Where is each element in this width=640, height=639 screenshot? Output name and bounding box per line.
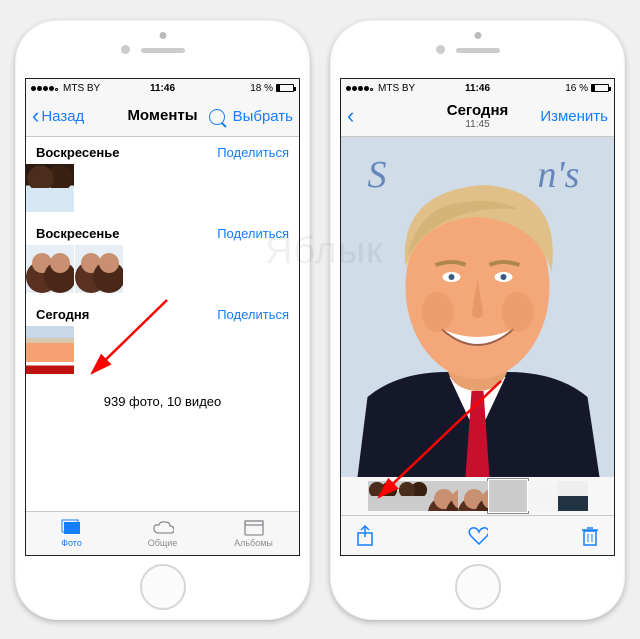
moment-section: Воскресенье Поделиться: [26, 137, 299, 218]
section-title: Воскресенье: [36, 145, 119, 160]
filmstrip-thumb-selected[interactable]: [488, 479, 528, 513]
carrier-label: MTS BY: [63, 83, 100, 94]
section-title: Сегодня: [36, 307, 89, 322]
battery-percent: 16 %: [565, 83, 588, 94]
carrier-label: MTS BY: [378, 83, 415, 94]
phone-prox-sensor: [121, 45, 130, 54]
share-icon[interactable]: [355, 526, 375, 546]
photo-viewer[interactable]: S n's: [341, 137, 614, 477]
filmstrip-thumb[interactable]: [528, 481, 558, 511]
phone-camera: [474, 32, 481, 39]
screen-moments: MTS BY 11:46 18 % ‹ Назад Моменты Выбрат…: [25, 78, 300, 556]
photo-thumb[interactable]: [75, 245, 123, 293]
cloud-icon: [152, 519, 174, 537]
phone-camera: [159, 32, 166, 39]
photo-main: S n's: [341, 137, 614, 477]
photo-thumb[interactable]: [26, 164, 74, 212]
nav-title: Моменты: [127, 108, 197, 125]
phone-right: MTS BY 11:46 16 % ‹ Сегодня 11:45 Измени…: [330, 20, 625, 620]
select-button[interactable]: Выбрать: [233, 108, 293, 125]
edit-button[interactable]: Изменить: [540, 108, 608, 125]
tab-bar: Фото Общие Альбомы: [26, 511, 299, 555]
filmstrip-thumb[interactable]: [428, 481, 458, 511]
moment-section: Воскресенье Поделиться: [26, 218, 299, 299]
nav-bar: ‹ Назад Моменты Выбрать: [26, 97, 299, 137]
battery-icon: [276, 84, 294, 92]
albums-icon: [243, 519, 265, 537]
photo-thumb[interactable]: [26, 245, 74, 293]
tab-label: Общие: [148, 538, 178, 548]
status-bar: MTS BY 11:46 18 %: [26, 79, 299, 97]
tab-label: Фото: [61, 538, 82, 548]
status-time: 11:46: [150, 83, 175, 94]
phone-prox-sensor: [436, 45, 445, 54]
share-link[interactable]: Поделиться: [217, 226, 289, 241]
status-bar: MTS BY 11:46 16 %: [341, 79, 614, 97]
filmstrip-thumb[interactable]: [558, 481, 588, 511]
svg-text:n's: n's: [538, 154, 580, 196]
tab-albums[interactable]: Альбомы: [208, 512, 299, 555]
home-button[interactable]: [455, 564, 501, 610]
nav-subtitle: 11:45: [447, 119, 509, 130]
nav-title: Сегодня 11:45: [447, 103, 509, 131]
photos-stack-icon: [61, 519, 83, 537]
filmstrip[interactable]: [341, 477, 614, 515]
search-icon[interactable]: [209, 109, 225, 125]
photo-toolbar: [341, 515, 614, 555]
phone-speaker: [141, 48, 185, 53]
filmstrip-thumb[interactable]: [368, 481, 398, 511]
nav-bar: ‹ Сегодня 11:45 Изменить: [341, 97, 614, 137]
heart-icon[interactable]: [468, 526, 488, 546]
back-label: Назад: [41, 108, 84, 125]
battery-percent: 18 %: [250, 83, 273, 94]
phone-speaker: [456, 48, 500, 53]
tab-label: Альбомы: [234, 538, 273, 548]
section-title: Воскресенье: [36, 226, 119, 241]
moment-section: Сегодня Поделиться: [26, 299, 299, 380]
share-link[interactable]: Поделиться: [217, 145, 289, 160]
photo-count: 939 фото, 10 видео: [26, 380, 299, 423]
home-button[interactable]: [140, 564, 186, 610]
trash-icon[interactable]: [580, 526, 600, 546]
back-button[interactable]: ‹ Назад: [32, 108, 84, 125]
filmstrip-thumb[interactable]: [458, 481, 488, 511]
battery-icon: [591, 84, 609, 92]
photo-thumb[interactable]: [26, 326, 74, 374]
moments-content[interactable]: Воскресенье Поделиться Воскресенье Подел…: [26, 137, 299, 511]
svg-text:S: S: [368, 154, 387, 196]
tab-shared[interactable]: Общие: [117, 512, 208, 555]
phone-left: MTS BY 11:46 18 % ‹ Назад Моменты Выбрат…: [15, 20, 310, 620]
share-link[interactable]: Поделиться: [217, 307, 289, 322]
signal-dots-icon: [346, 83, 374, 94]
signal-dots-icon: [31, 83, 59, 94]
tab-photos[interactable]: Фото: [26, 512, 117, 555]
filmstrip-thumb[interactable]: [398, 481, 428, 511]
status-time: 11:46: [465, 83, 490, 94]
screen-photo-detail: MTS BY 11:46 16 % ‹ Сегодня 11:45 Измени…: [340, 78, 615, 556]
